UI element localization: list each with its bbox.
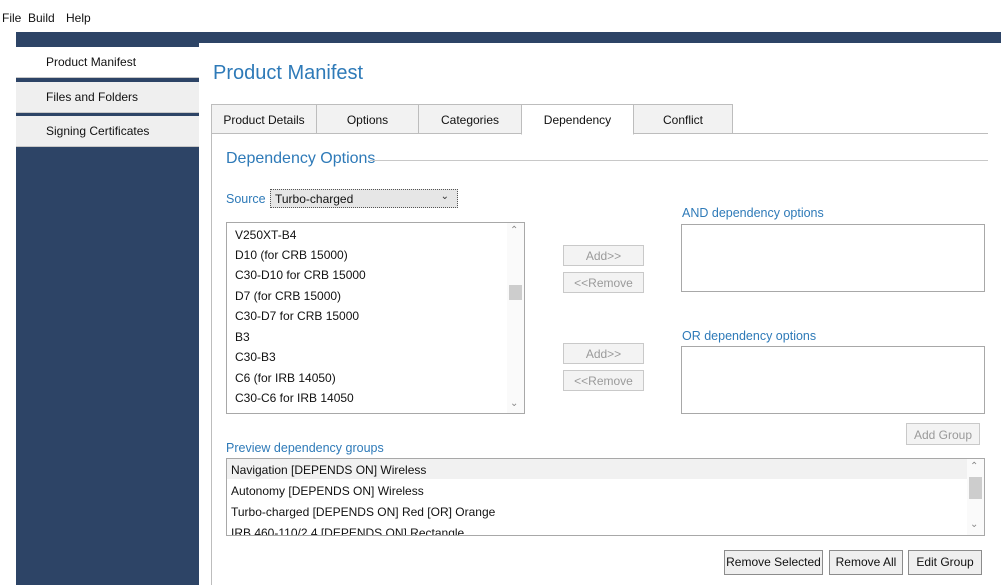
tab-conflict[interactable]: Conflict [633, 104, 733, 134]
menu-build[interactable]: Build [28, 11, 55, 25]
menu-help[interactable]: Help [66, 11, 91, 25]
preview-row[interactable]: Turbo-charged [DEPENDS ON] Red [OR] Oran… [231, 505, 495, 519]
sidebar-item-label: Product Manifest [46, 55, 137, 69]
tab-categories[interactable]: Categories [418, 104, 522, 134]
sidebar-item-label: Files and Folders [46, 90, 139, 104]
preview-row[interactable]: IRB 460-110/2.4 [DEPENDS ON] Rectangle [231, 526, 464, 535]
chevron-down-icon: ⌄ [440, 191, 449, 202]
scroll-down-icon[interactable]: ⌄ [970, 519, 978, 530]
or-remove-button[interactable]: <<Remove [563, 370, 644, 391]
list-item[interactable]: C30-C6 for IRB 14050 [235, 391, 354, 405]
and-dependency-label: AND dependency options [682, 206, 824, 220]
or-add-button[interactable]: Add>> [563, 343, 644, 364]
list-item[interactable]: B3 [235, 330, 250, 344]
scroll-thumb[interactable] [509, 285, 522, 300]
scroll-thumb[interactable] [969, 477, 982, 499]
preview-row[interactable]: Navigation [DEPENDS ON] Wireless [231, 463, 426, 477]
sidebar-item-files-and-folders[interactable]: Files and Folders [16, 82, 199, 113]
sidebar-item-product-manifest[interactable]: Product Manifest [16, 47, 199, 78]
and-dependency-listbox[interactable] [681, 224, 985, 292]
list-item[interactable]: C30-D10 for CRB 15000 [235, 268, 366, 282]
edit-group-button[interactable]: Edit Group [908, 550, 982, 575]
or-dependency-label: OR dependency options [682, 329, 817, 343]
list-item[interactable]: C6 (for IRB 14050) [235, 371, 336, 385]
header-strip [199, 32, 1001, 43]
preview-row[interactable]: Autonomy [DEPENDS ON] Wireless [231, 484, 424, 498]
source-dropdown[interactable]: Turbo-charged ⌄ [270, 189, 458, 208]
scroll-down-icon[interactable]: ⌄ [510, 398, 518, 409]
options-listbox[interactable]: V250XT-B4 D10 (for CRB 15000) C30-D10 fo… [226, 222, 525, 414]
preview-scrollbar[interactable]: ⌃ ⌄ [967, 459, 984, 535]
tab-product-details[interactable]: Product Details [211, 104, 317, 134]
remove-all-button[interactable]: Remove All [829, 550, 903, 575]
menu-file[interactable]: File [2, 11, 21, 25]
scroll-up-icon[interactable]: ⌃ [970, 461, 978, 472]
and-remove-button[interactable]: <<Remove [563, 272, 644, 293]
section-divider [370, 160, 988, 161]
list-item[interactable]: C30-D7 for CRB 15000 [235, 309, 359, 323]
tab-panel-border [211, 133, 212, 585]
preview-listbox[interactable]: Navigation [DEPENDS ON] Wireless Autonom… [226, 458, 985, 536]
list-item[interactable]: C30-B3 [235, 350, 276, 364]
or-dependency-listbox[interactable] [681, 346, 985, 414]
sidebar-item-signing-certificates[interactable]: Signing Certificates [16, 116, 199, 147]
menu-bar: File Build Help [0, 0, 1001, 32]
remove-selected-button[interactable]: Remove Selected [724, 550, 823, 575]
tab-options[interactable]: Options [316, 104, 419, 134]
list-item[interactable]: V250XT-B4 [235, 228, 296, 242]
navigation-panel: Product Manifest Files and Folders Signi… [16, 32, 199, 585]
source-selected-value: Turbo-charged [275, 192, 354, 206]
section-title: Dependency Options [226, 150, 376, 167]
and-add-button[interactable]: Add>> [563, 245, 644, 266]
tab-dependency[interactable]: Dependency [521, 104, 634, 135]
scroll-up-icon[interactable]: ⌃ [510, 225, 518, 236]
preview-label: Preview dependency groups [226, 441, 384, 455]
page-title: Product Manifest [213, 62, 364, 84]
add-group-button[interactable]: Add Group [906, 423, 980, 445]
sidebar-item-label: Signing Certificates [46, 124, 150, 138]
list-item[interactable]: D7 (for CRB 15000) [235, 289, 341, 303]
list-item[interactable]: D10 (for CRB 15000) [235, 248, 348, 262]
options-scrollbar[interactable]: ⌃ ⌄ [507, 223, 524, 413]
source-label: Source [226, 192, 266, 206]
